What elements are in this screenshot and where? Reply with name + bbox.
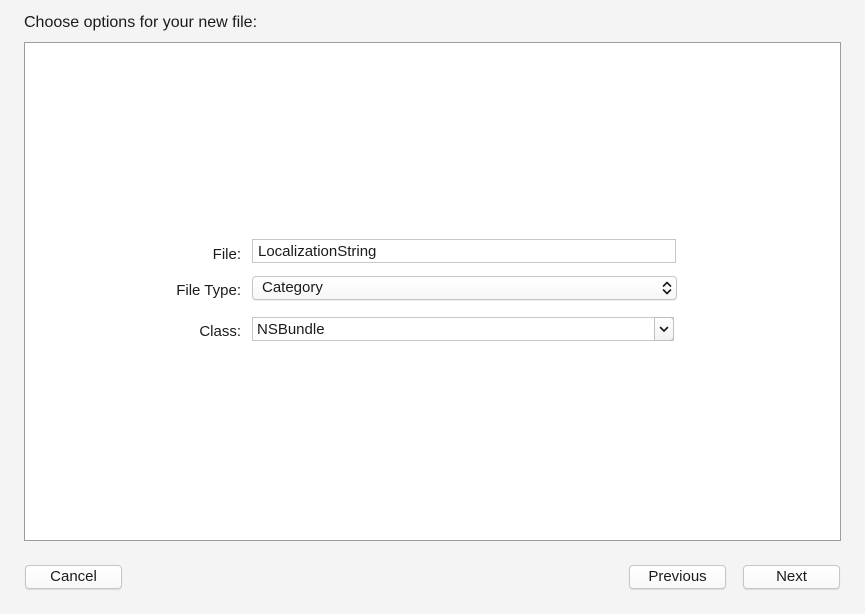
class-value: NSBundle (257, 321, 325, 338)
previous-button[interactable]: Previous (629, 565, 726, 589)
next-button[interactable]: Next (743, 565, 840, 589)
file-type-value: Category (262, 279, 323, 296)
up-down-arrows-icon (662, 281, 672, 295)
class-dropdown-button[interactable] (654, 317, 674, 341)
file-type-label: File Type: (176, 282, 241, 299)
chevron-down-icon (659, 326, 669, 332)
class-label: Class: (199, 323, 241, 340)
options-panel: File: File Type: Category Class: NSBundl… (24, 42, 841, 541)
file-name-input[interactable] (252, 239, 676, 263)
dialog-heading: Choose options for your new file: (24, 14, 258, 31)
file-label: File: (212, 246, 241, 263)
cancel-button[interactable]: Cancel (25, 565, 122, 589)
class-combo-box[interactable]: NSBundle (252, 317, 674, 341)
file-type-popup[interactable]: Category (252, 276, 677, 300)
